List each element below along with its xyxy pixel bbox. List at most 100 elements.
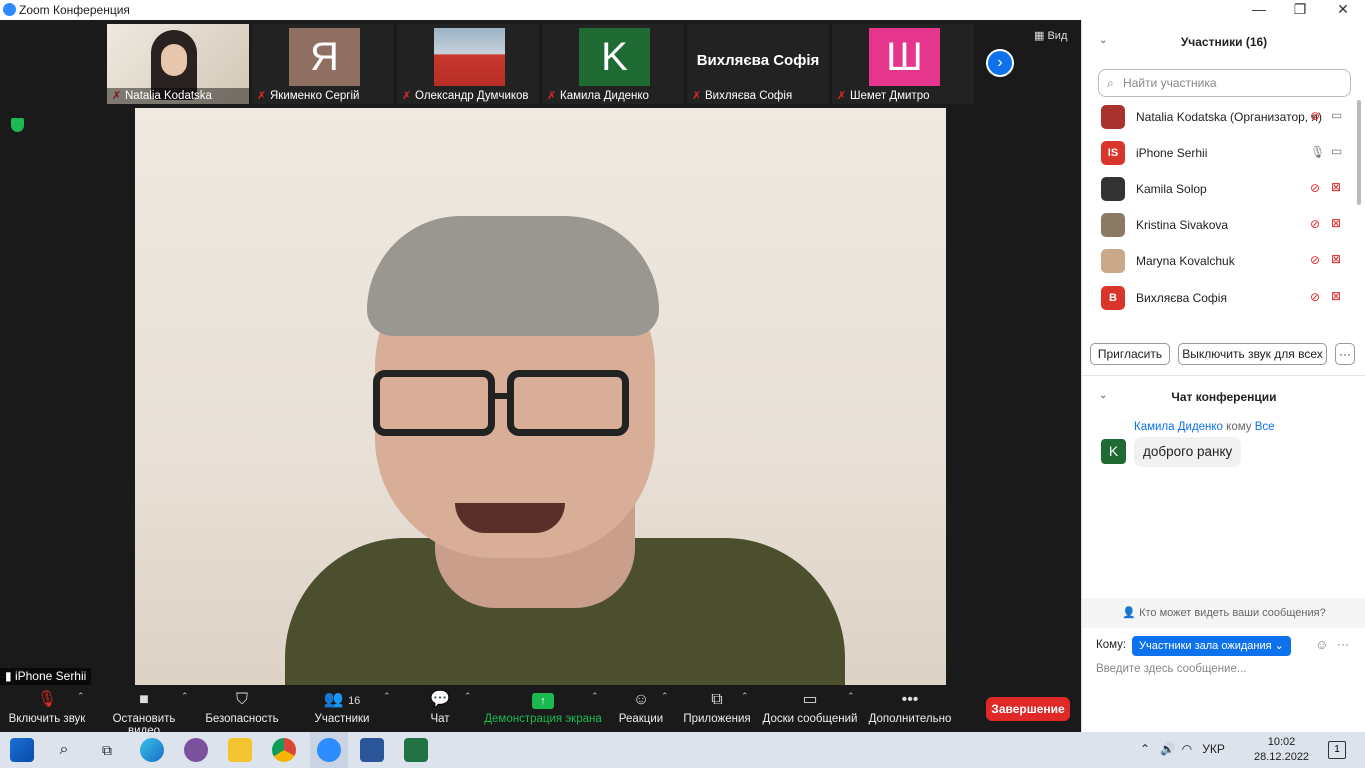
reactions-button[interactable]: ☺ Реакции ⌃ xyxy=(616,685,669,732)
wifi-icon[interactable]: ◠ xyxy=(1182,742,1192,756)
speaker-name: iPhone Serhii xyxy=(14,669,87,683)
avatar-name-text: Вихляєва Софія xyxy=(696,52,820,69)
chevron-up-icon[interactable]: ⌃ xyxy=(591,691,599,702)
participant-row[interactable]: Maryna Kovalchuk ⊘ ⊠ xyxy=(1101,247,1351,275)
minimize-button[interactable]: — xyxy=(1249,1,1269,17)
chat-sender[interactable]: Камила Диденко xyxy=(1134,421,1223,433)
encryption-shield-icon[interactable] xyxy=(11,118,24,132)
emoji-icon[interactable]: ☺ xyxy=(1315,637,1328,652)
who-can-see-label: Кто может видеть ваши сообщения? xyxy=(1139,607,1326,619)
system-tray[interactable]: ⌃ 🔊 ◠ УКР xyxy=(1140,742,1225,756)
mic-muted-icon[interactable]: ⊘ xyxy=(1310,109,1320,123)
mic-muted-icon[interactable]: ⊘ xyxy=(1310,253,1320,267)
invite-button[interactable]: Пригласить xyxy=(1090,343,1170,365)
end-meeting-button[interactable]: Завершение xyxy=(986,697,1070,721)
chevron-up-icon[interactable]: ⌃ xyxy=(77,691,85,702)
chevron-up-icon[interactable]: ⌃ xyxy=(847,691,855,702)
file-explorer-icon[interactable] xyxy=(228,738,252,762)
taskbar-clock[interactable]: 10:02 28.12.2022 xyxy=(1254,735,1309,765)
edge-browser-icon[interactable] xyxy=(140,738,164,762)
avatar xyxy=(1101,105,1125,129)
thumbnail-name: Олександр Думчиков xyxy=(415,90,529,102)
video-off-icon[interactable]: ⊠ xyxy=(1331,252,1341,266)
participants-scrollbar[interactable] xyxy=(1357,100,1361,205)
participant-row[interactable]: Kristina Sivakova ⊘ ⊠ xyxy=(1101,211,1351,239)
viber-icon[interactable] xyxy=(184,738,208,762)
excel-icon[interactable] xyxy=(404,738,428,762)
close-button[interactable]: ✕ xyxy=(1333,1,1353,18)
thumbnail-dumchykov[interactable]: ✗ Олександр Думчиков xyxy=(397,24,539,104)
task-view-icon[interactable]: ⧉ xyxy=(95,738,119,762)
volume-icon[interactable]: 🔊 xyxy=(1160,742,1175,756)
chrome-icon[interactable] xyxy=(272,738,296,762)
glasses-right-lens xyxy=(507,370,629,436)
thumbnail-yakymenko[interactable]: Я ✗ Якименко Сергій xyxy=(252,24,394,104)
next-page-button[interactable]: › xyxy=(986,49,1014,77)
chevron-up-icon[interactable]: ⌃ xyxy=(661,691,669,702)
video-off-icon[interactable]: ⊠ xyxy=(1331,289,1341,303)
chevron-up-icon[interactable]: ⌃ xyxy=(383,691,391,702)
video-camera-icon[interactable]: ▭ xyxy=(1331,108,1342,122)
apps-button[interactable]: ⧉ Приложения ⌃ xyxy=(682,685,752,732)
stop-video-button[interactable]: ■ Остановить видео ⌃ xyxy=(96,685,192,737)
thumbnail-name: Natalia Kodatska xyxy=(107,88,249,104)
windows-start-icon[interactable] xyxy=(10,738,34,762)
participant-row[interactable]: Kamila Solop ⊘ ⊠ xyxy=(1101,175,1351,203)
video-off-icon[interactable]: ⊠ xyxy=(1331,180,1341,194)
participant-name: Natalia Kodatska (Организатор, я) xyxy=(1136,110,1322,124)
thumbnail-shemet[interactable]: Ш ✗ Шемет Дмитро xyxy=(832,24,974,104)
mouth-shape xyxy=(455,503,565,533)
thumbnail-name: Вихляєва Софія xyxy=(705,90,793,102)
whiteboards-button[interactable]: ▭ Доски сообщений ⌃ xyxy=(762,685,858,732)
thumbnail-didenko[interactable]: K ✗ Камила Диденко xyxy=(542,24,684,104)
zoom-taskbar-icon[interactable] xyxy=(310,732,348,768)
language-indicator[interactable]: УКР xyxy=(1202,742,1225,756)
participant-search-input[interactable]: ⌕ Найти участника xyxy=(1098,69,1351,97)
avatar xyxy=(1101,177,1125,201)
chevron-up-icon[interactable]: ⌃ xyxy=(181,691,189,702)
notification-center-icon[interactable]: 1 xyxy=(1328,741,1346,759)
participants-title: Участники (16) xyxy=(1180,35,1268,49)
participant-row[interactable]: B Вихляєва Софія ⊘ ⊠ xyxy=(1101,284,1351,312)
security-button[interactable]: ⛉ Безопасность xyxy=(205,685,279,732)
chat-recipient-select[interactable]: Участники зала ожидания ⌄ xyxy=(1132,636,1291,656)
thumbnail-natalia[interactable]: ✗ Natalia Kodatska xyxy=(107,24,249,104)
mic-muted-icon[interactable]: ⊘ xyxy=(1310,217,1320,231)
chat-button[interactable]: 💬 Чат ⌃ xyxy=(420,685,472,732)
thumbnail-vykhlyaeva[interactable]: Вихляєва Софія ✗ Вихляєва Софія xyxy=(687,24,829,104)
more-button[interactable]: ••• Дополнительно xyxy=(868,685,952,732)
chevron-up-icon[interactable]: ⌃ xyxy=(1140,742,1150,756)
mic-muted-icon[interactable]: ⊘ xyxy=(1310,290,1320,304)
zoom-logo-icon xyxy=(3,3,16,16)
participants-button[interactable]: 👥 16 Участники ⌃ xyxy=(310,685,391,732)
meeting-toolbar: 🎙 Включить звук ⌃ ■ Остановить видео ⌃ ⛉… xyxy=(0,685,1081,737)
search-icon[interactable]: ⌕ xyxy=(52,738,76,762)
chevron-up-icon[interactable]: ⌃ xyxy=(741,691,749,702)
who-can-see-messages[interactable]: 👤 Кто может видеть ваши сообщения? xyxy=(1082,598,1365,628)
shield-icon: ⛉ xyxy=(235,691,248,708)
video-off-icon[interactable]: ⊠ xyxy=(1331,216,1341,230)
avatar xyxy=(1101,213,1125,237)
participant-row[interactable]: IS iPhone Serhii 🎙 ▭ xyxy=(1101,139,1351,167)
view-button[interactable]: ▦ Вид xyxy=(1034,29,1067,42)
chat-to-word: кому xyxy=(1226,421,1252,433)
mic-icon[interactable]: 🎙 xyxy=(1310,145,1325,159)
more-dots-icon: ••• xyxy=(901,691,919,708)
participant-row[interactable]: Natalia Kodatska (Организатор, я) ⊘ ▭ xyxy=(1101,103,1351,131)
more-dots-icon[interactable]: ··· xyxy=(1337,637,1349,651)
participants-more-button[interactable]: ··· xyxy=(1335,343,1355,365)
chat-recipient[interactable]: Все xyxy=(1255,421,1275,433)
video-camera-icon[interactable]: ▭ xyxy=(1331,144,1342,158)
maximize-button[interactable]: ❐ xyxy=(1290,1,1310,18)
avatar xyxy=(1101,249,1125,273)
chat-message-input[interactable]: Введите здесь сообщение... xyxy=(1096,663,1246,675)
thumbnail-name: Камила Диденко xyxy=(560,90,649,102)
chevron-up-icon[interactable]: ⌃ xyxy=(464,691,472,702)
smiley-icon: ☺ xyxy=(632,691,650,708)
search-icon: ⌕ xyxy=(1107,76,1114,90)
share-screen-button[interactable]: ↑ Демонстрация экрана ⌃ xyxy=(484,685,602,732)
mic-muted-icon[interactable]: ⊘ xyxy=(1310,181,1320,195)
unmute-button[interactable]: 🎙 Включить звук ⌃ xyxy=(5,685,89,732)
word-icon[interactable] xyxy=(360,738,384,762)
mute-all-button[interactable]: Выключить звук для всех xyxy=(1178,343,1327,365)
